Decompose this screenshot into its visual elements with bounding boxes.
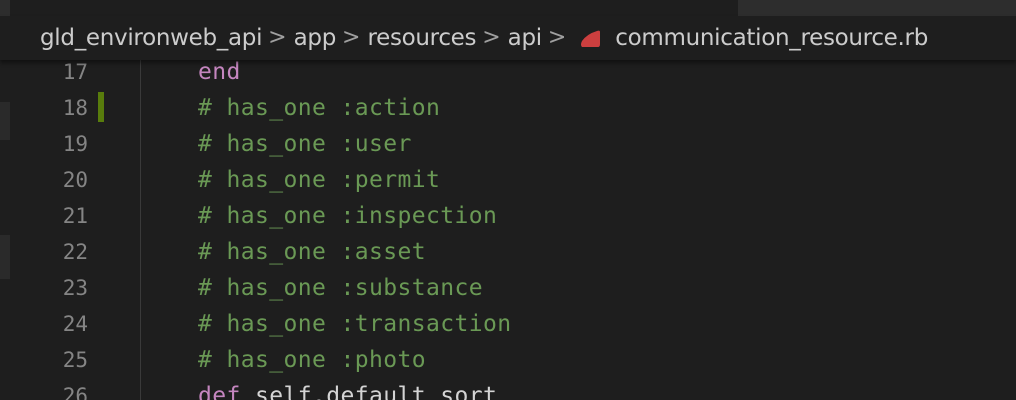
code-editor[interactable]: 17 end 18 # has_one :action 19 # has_one… — [0, 59, 1016, 400]
code-comment[interactable]: # has_one :transaction — [198, 306, 511, 342]
code-line[interactable]: 22 # has_one :asset — [0, 234, 1016, 270]
code-line[interactable]: 20 # has_one :permit — [0, 162, 1016, 198]
code-comment[interactable]: # has_one :action — [198, 90, 440, 126]
tab-strip — [0, 0, 1016, 16]
chevron-right-icon: > — [482, 24, 501, 50]
code-line[interactable]: 19 # has_one :user — [0, 126, 1016, 162]
code-line[interactable]: 24 # has_one :transaction — [0, 306, 1016, 342]
code-comment[interactable]: # has_one :permit — [198, 162, 440, 198]
edge-marker — [0, 235, 10, 279]
line-number: 24 — [62, 312, 88, 336]
ruby-icon — [579, 29, 601, 49]
line-number: 18 — [62, 96, 88, 120]
code-comment[interactable]: # has_one :photo — [198, 342, 426, 378]
line-number: 21 — [62, 204, 88, 228]
chevron-right-icon: > — [268, 24, 287, 50]
breadcrumb: gld_environweb_api > app > resources > a… — [0, 16, 1016, 60]
line-number: 23 — [62, 276, 88, 300]
code-line[interactable]: 26 def self.default_sort — [0, 378, 1016, 400]
line-number: 25 — [62, 348, 88, 372]
chevron-right-icon: > — [342, 24, 361, 50]
breadcrumb-item-file[interactable]: communication_resource.rb — [615, 25, 928, 51]
code-comment[interactable]: # has_one :inspection — [198, 198, 497, 234]
tab-strip-segment[interactable] — [0, 0, 10, 16]
edge-marker — [0, 102, 10, 140]
breadcrumb-item-project[interactable]: gld_environweb_api — [40, 25, 262, 51]
line-number: 19 — [62, 132, 88, 156]
left-edge-strip — [0, 60, 10, 400]
code-comment[interactable]: # has_one :asset — [198, 234, 426, 270]
code-line[interactable]: 18 # has_one :action — [0, 90, 1016, 126]
code-line[interactable]: 23 # has_one :substance — [0, 270, 1016, 306]
line-number: 20 — [62, 168, 88, 192]
code-line[interactable]: 25 # has_one :photo — [0, 342, 1016, 378]
breadcrumb-item-api[interactable]: api — [508, 25, 542, 51]
editor-window: gld_environweb_api > app > resources > a… — [0, 0, 1016, 400]
method-signature[interactable]: self.default_sort — [241, 383, 497, 400]
code-text[interactable]: def self.default_sort — [198, 378, 497, 400]
line-number: 22 — [62, 240, 88, 264]
tab-strip-segment[interactable] — [738, 0, 1016, 16]
code-comment[interactable]: # has_one :user — [198, 126, 412, 162]
def-keyword[interactable]: def — [198, 383, 241, 400]
chevron-right-icon: > — [547, 24, 567, 50]
modified-line-indicator[interactable] — [98, 92, 104, 122]
breadcrumb-item-resources[interactable]: resources — [367, 25, 476, 51]
line-number: 26 — [62, 384, 88, 400]
breadcrumb-item-app[interactable]: app — [294, 25, 337, 51]
code-line[interactable]: 21 # has_one :inspection — [0, 198, 1016, 234]
code-comment[interactable]: # has_one :substance — [198, 270, 483, 306]
active-tab-area[interactable] — [10, 0, 738, 16]
